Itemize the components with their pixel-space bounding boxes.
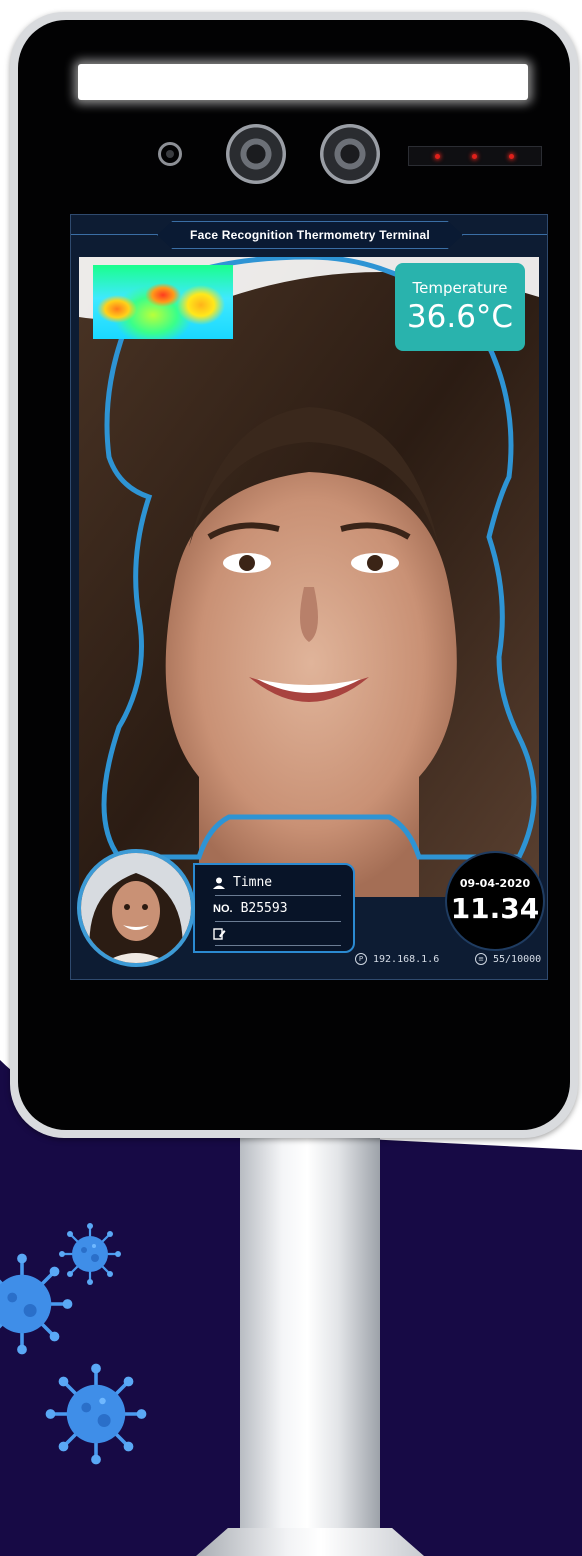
fill-light-strip [78, 64, 528, 100]
face-image [79, 257, 539, 897]
clock-date: 09-04-2020 [459, 877, 531, 890]
ip-address: 192.168.1.6 [373, 953, 440, 965]
person-info-panel: Timne NO. B25593 [193, 863, 355, 953]
ir-led-dot [472, 154, 477, 159]
note-underline [215, 945, 341, 946]
records-count: 55/10000 [493, 953, 542, 965]
temperature-value: 36.6°C [406, 299, 514, 335]
ip-icon: P [355, 953, 367, 965]
edit-icon [213, 928, 226, 940]
terminal-screen: Face Recognition Thermometry Terminal Te… [70, 214, 548, 980]
person-number: B25593 [240, 901, 288, 916]
records-status: ≡ 55/10000 [475, 953, 541, 965]
screen-title-bar: Face Recognition Thermometry Terminal [157, 221, 463, 249]
name-row: Timne [213, 875, 272, 890]
virus-icon [0, 1253, 73, 1355]
clock-widget: 09-04-2020 11.34 [445, 851, 545, 951]
device-bezel: Face Recognition Thermometry Terminal Te… [18, 20, 570, 1130]
title-divider-right [457, 234, 547, 235]
user-icon [213, 877, 225, 889]
terminal-device: Face Recognition Thermometry Terminal Te… [10, 12, 578, 1138]
ip-status: P 192.168.1.6 [355, 953, 439, 965]
camera-lens-icon [320, 124, 380, 184]
number-underline [215, 921, 341, 922]
clock-time: 11.34 [450, 892, 540, 925]
screen-title: Face Recognition Thermometry Terminal [190, 228, 430, 242]
temperature-label: Temperature [412, 279, 508, 297]
note-row [213, 927, 226, 940]
camera-lens-icon [226, 124, 286, 184]
person-name: Timne [233, 875, 273, 890]
light-sensor-icon [158, 142, 182, 166]
avatar [77, 849, 195, 967]
ir-led-dot [435, 154, 440, 159]
ir-led-dot [509, 154, 514, 159]
name-underline [215, 895, 341, 896]
number-label: NO. [213, 902, 233, 915]
stand-base [196, 1528, 424, 1556]
temperature-box: Temperature 36.6°C [395, 263, 525, 351]
number-row: NO. B25593 [213, 901, 288, 916]
title-divider-left [71, 234, 161, 235]
product-illustration: Face Recognition Thermometry Terminal Te… [0, 0, 582, 1556]
thermal-preview [93, 265, 233, 339]
camera-feed: Temperature 36.6°C [79, 257, 539, 897]
avatar-face [81, 853, 191, 963]
ir-led-panel [408, 146, 542, 166]
virus-icon [45, 1363, 147, 1465]
database-icon: ≡ [475, 953, 487, 965]
stand-pole [240, 1120, 380, 1556]
